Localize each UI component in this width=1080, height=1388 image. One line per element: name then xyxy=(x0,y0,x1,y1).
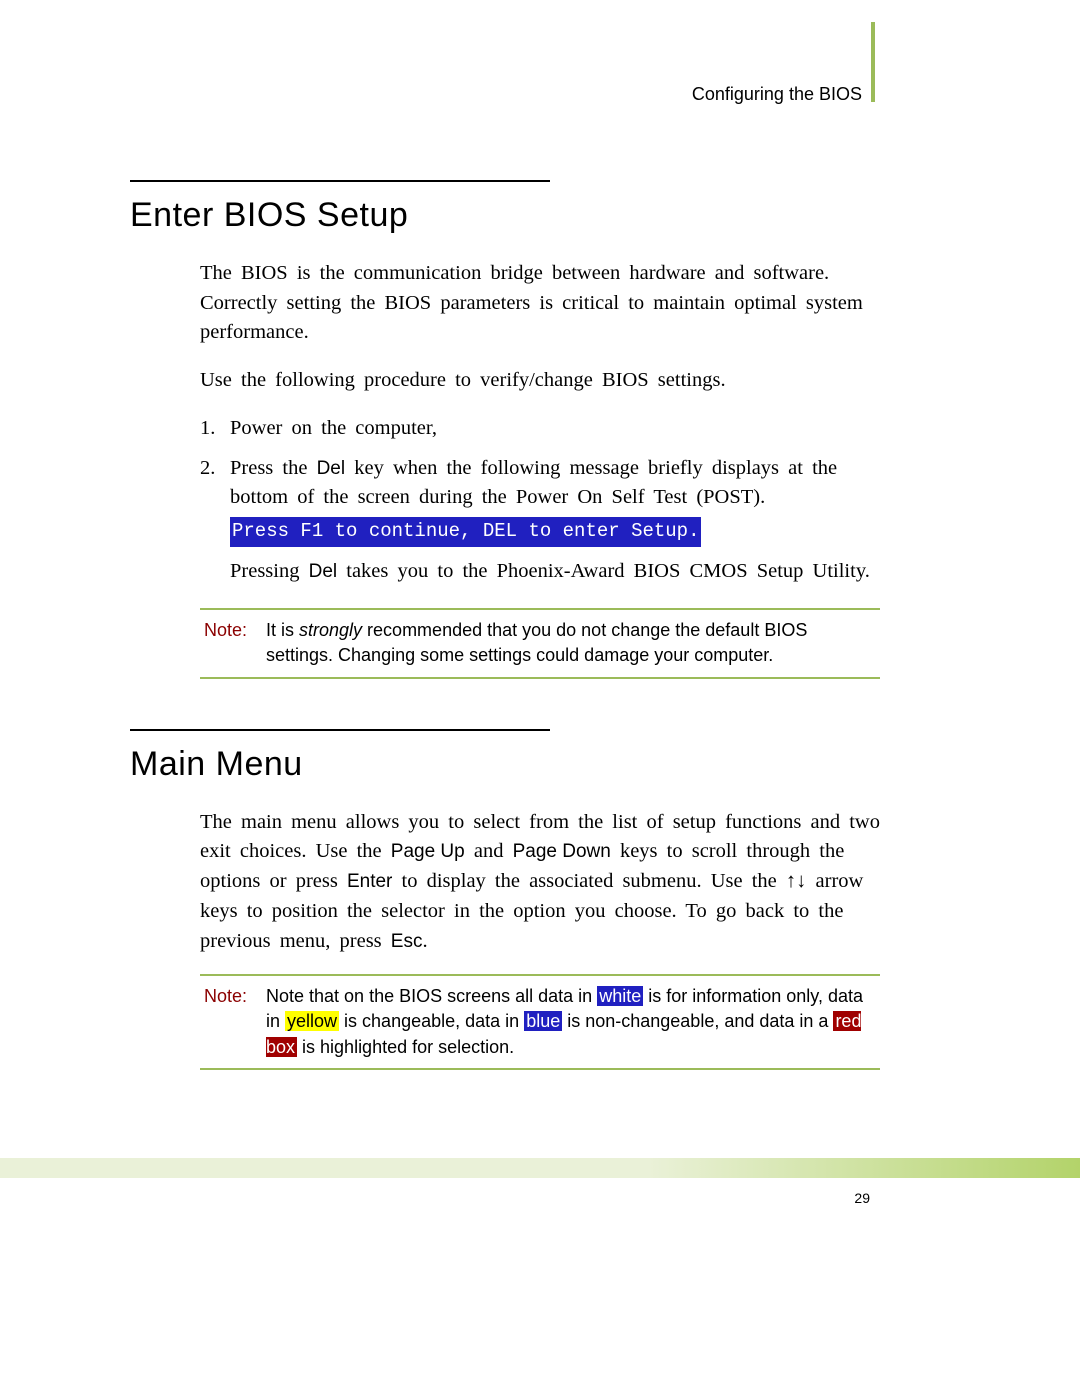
step2-body: Press the Del key when the following mes… xyxy=(230,454,880,587)
section2-para: The main menu allows you to select from … xyxy=(200,808,880,957)
s2-b: and xyxy=(465,840,513,862)
heading-rule xyxy=(130,180,550,182)
note-body: Note that on the BIOS screens all data i… xyxy=(266,984,876,1060)
post-message-code: Press F1 to continue, DEL to enter Setup… xyxy=(230,517,701,547)
section-enter-bios: Enter BIOS Setup The BIOS is the communi… xyxy=(130,180,890,679)
highlight-blue: blue xyxy=(524,1011,562,1031)
enter-key: Enter xyxy=(347,871,392,892)
page-content: Enter BIOS Setup The BIOS is the communi… xyxy=(130,180,890,1110)
step-number: 2. xyxy=(200,454,230,587)
running-header: Configuring the BIOS xyxy=(692,84,862,105)
note-body: It is strongly recommended that you do n… xyxy=(266,618,876,668)
n-d: is non-changeable, and data in a xyxy=(562,1011,833,1031)
header-accent-bar xyxy=(871,22,875,102)
steps-list: 1. Power on the computer, 2. Press the D… xyxy=(200,414,880,586)
del-key: Del xyxy=(317,458,346,479)
step1-text: Power on the computer, xyxy=(230,414,880,444)
page-number: 29 xyxy=(854,1190,870,1206)
heading-enter-bios: Enter BIOS Setup xyxy=(130,196,890,235)
n-e: is highlighted for selection. xyxy=(297,1037,514,1057)
section1-body: The BIOS is the communication bridge bet… xyxy=(200,259,880,679)
list-item: 1. Power on the computer, xyxy=(200,414,880,444)
section2-body: The main menu allows you to select from … xyxy=(200,808,880,1070)
step2-text-c2: takes you to the Phoenix-Award BIOS CMOS… xyxy=(337,560,870,582)
heading-rule xyxy=(130,729,550,731)
n-a: Note that on the BIOS screens all data i… xyxy=(266,986,597,1006)
section1-para1: The BIOS is the communication bridge bet… xyxy=(200,259,880,348)
note-label: Note: xyxy=(204,618,266,668)
note-strongly: strongly xyxy=(299,620,362,640)
step2-text-c1: Pressing xyxy=(230,560,309,582)
esc-key: Esc xyxy=(391,931,423,952)
step-number: 1. xyxy=(200,414,230,444)
note-label: Note: xyxy=(204,984,266,1060)
footer-gradient-bar xyxy=(0,1158,1080,1178)
pagedown-key: Page Down xyxy=(513,841,611,862)
highlight-white: white xyxy=(597,986,643,1006)
heading-main-menu: Main Menu xyxy=(130,745,890,784)
note-text-a: It is xyxy=(266,620,299,640)
del-key: Del xyxy=(309,561,338,582)
section-main-menu: Main Menu The main menu allows you to se… xyxy=(130,729,890,1070)
pageup-key: Page Up xyxy=(391,841,465,862)
section1-para2: Use the following procedure to verify/ch… xyxy=(200,366,880,396)
highlight-yellow: yellow xyxy=(285,1011,339,1031)
note-block: Note: It is strongly recommended that yo… xyxy=(200,608,880,678)
s2-e: . xyxy=(422,930,427,952)
note-block: Note: Note that on the BIOS screens all … xyxy=(200,974,880,1070)
list-item: 2. Press the Del key when the following … xyxy=(200,454,880,587)
step2-text-a: Press the xyxy=(230,457,317,479)
n-c: is changeable, data in xyxy=(339,1011,524,1031)
